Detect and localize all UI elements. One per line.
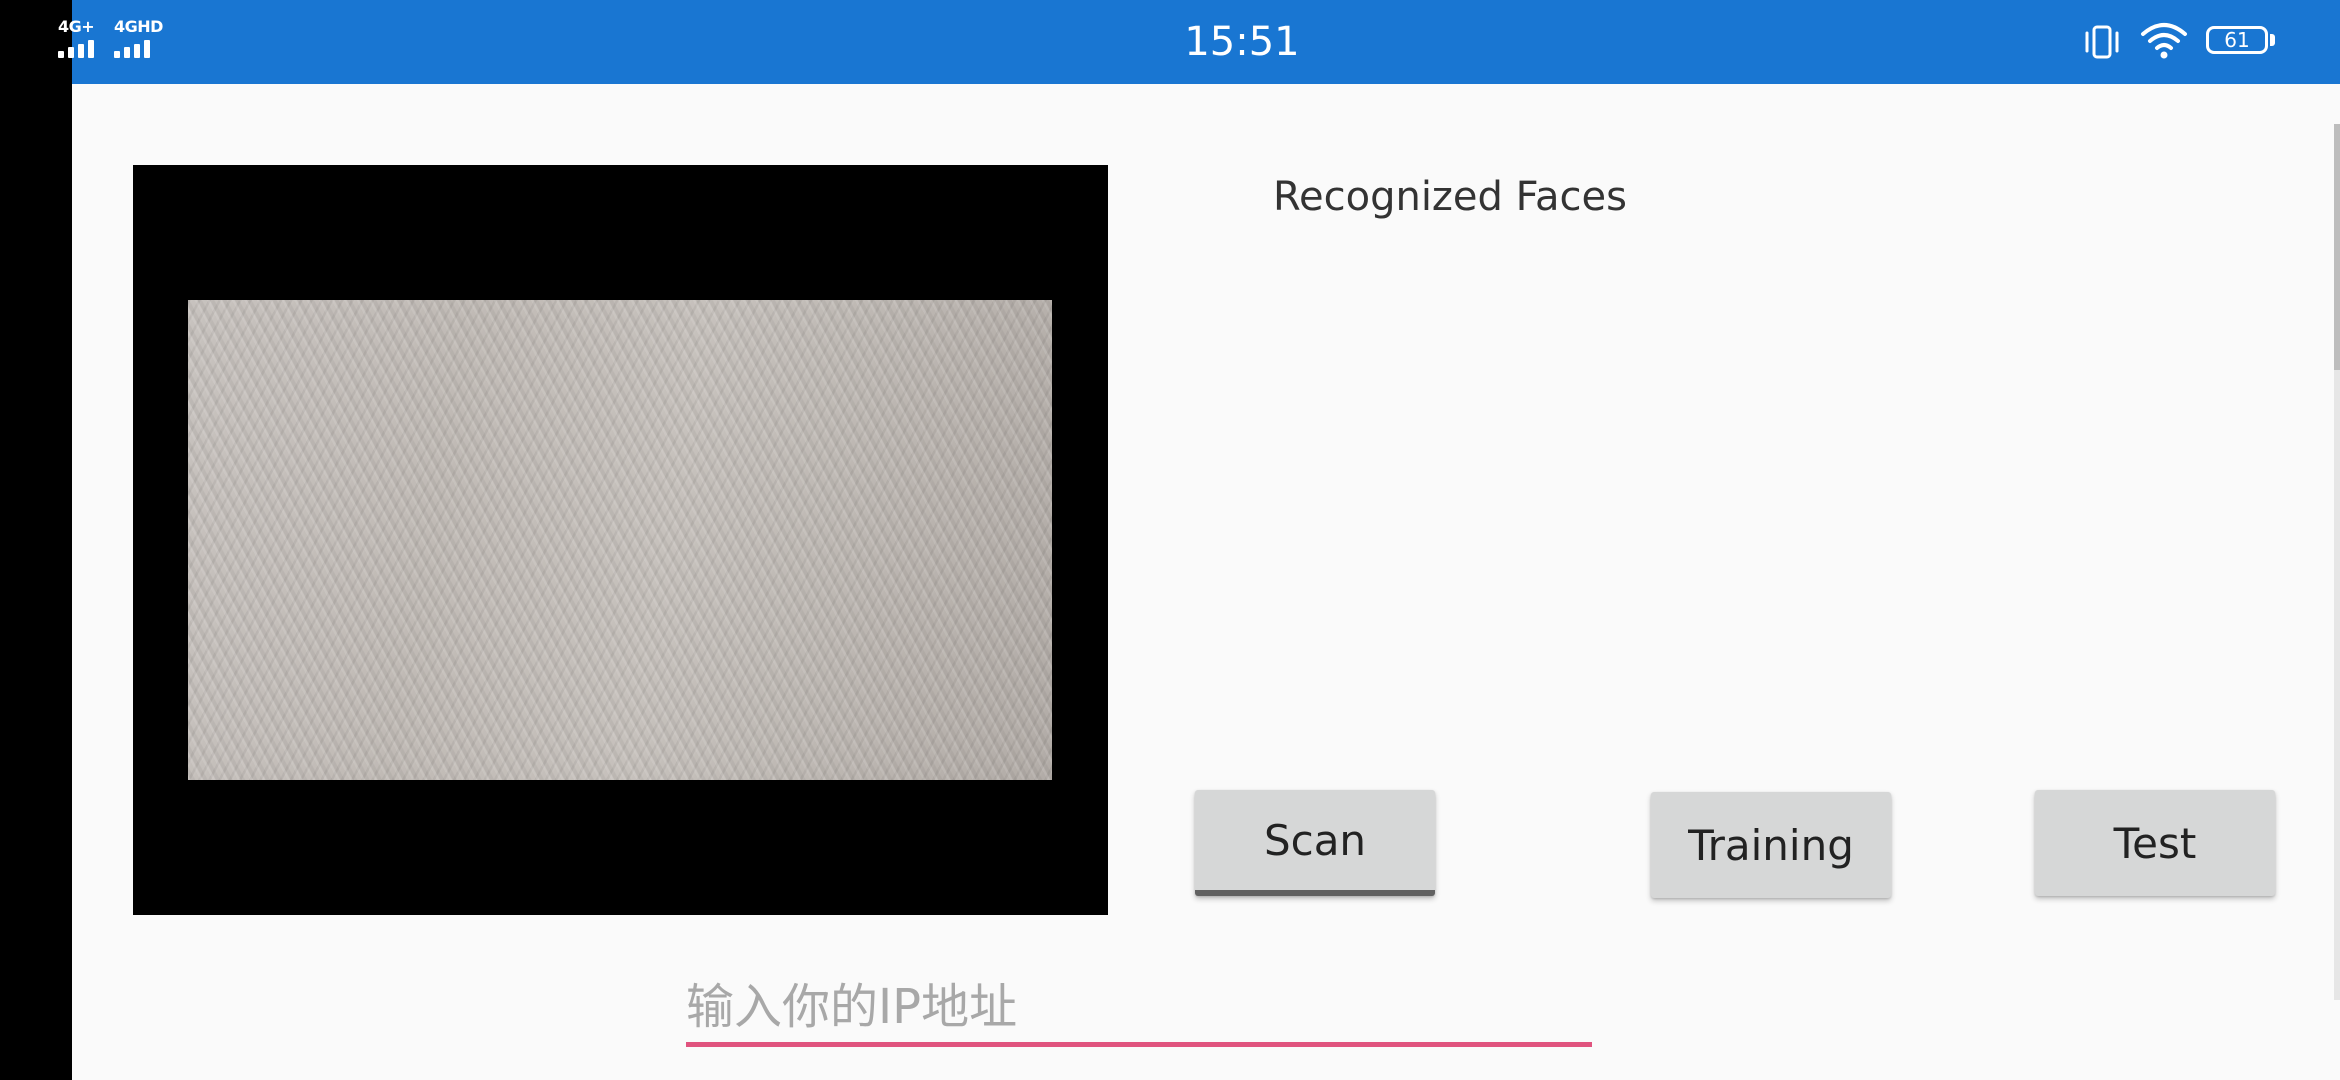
recognized-faces-title: Recognized Faces [1273, 174, 1627, 220]
wifi-icon [2141, 23, 2187, 59]
training-button[interactable]: Training [1651, 792, 1891, 898]
scan-button[interactable]: Scan [1195, 790, 1435, 896]
ip-input-underline [686, 1042, 1592, 1047]
battery-icon: 61 [2206, 26, 2278, 58]
network-type-label: 4GHD [114, 17, 163, 36]
status-clock: 15:51 [1184, 19, 1300, 65]
display-cutout [0, 0, 72, 1080]
app-content: Recognized Faces Scan Training Test [72, 84, 2340, 1080]
network-type-label: 4G+ [58, 17, 95, 36]
status-icons: 61 [2082, 20, 2282, 64]
camera-frame [188, 300, 1052, 780]
signal-icon [114, 40, 162, 58]
network-indicator-2: 4GHD [114, 17, 163, 60]
camera-preview [133, 165, 1108, 915]
test-button[interactable]: Test [2035, 790, 2275, 896]
signal-icon [58, 40, 106, 58]
ip-address-input[interactable] [686, 974, 1592, 1040]
scrollbar-thumb[interactable] [2334, 124, 2340, 370]
network-indicator-1: 4G+ [58, 18, 106, 60]
status-bar: 4G+ 4GHD 15:51 61 [58, 0, 2340, 84]
vibrate-icon [2085, 25, 2119, 59]
ip-address-field[interactable] [686, 974, 1592, 1054]
battery-level: 61 [2206, 26, 2268, 54]
